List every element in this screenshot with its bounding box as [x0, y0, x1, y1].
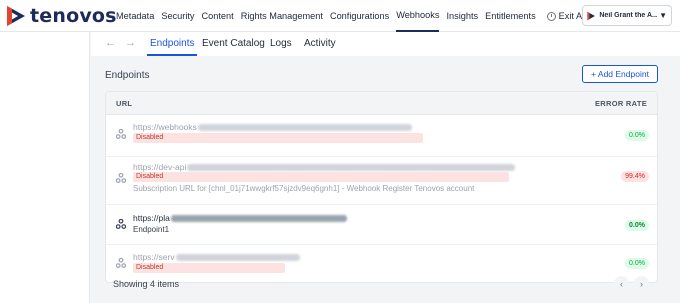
table-row[interactable]: https://webhooks Disabled 0.0% [106, 115, 657, 157]
nav-entitlements[interactable]: Entitlements [485, 0, 536, 32]
column-header-error-rate: ERROR RATE [594, 99, 647, 108]
endpoint-url: https://webhooks [133, 122, 412, 132]
user-menu[interactable]: Neil Grant the A... ▼ [582, 5, 672, 26]
nav-content[interactable]: Content [202, 0, 234, 32]
status-badge: Disabled [133, 133, 423, 143]
chevron-left-icon[interactable]: ‹ [614, 276, 629, 291]
items-count: Showing 4 items [113, 279, 180, 289]
nav-metadata[interactable]: Metadata [116, 0, 154, 32]
nav-rights-management[interactable]: Rights Management [241, 0, 323, 32]
webhook-icon [116, 219, 126, 229]
tenovos-logo-icon [7, 6, 25, 26]
chevron-right-icon[interactable]: › [634, 276, 649, 291]
table-row[interactable]: https://pla Endpoint1 0.0% [106, 205, 657, 245]
arrow-right-icon[interactable]: → [125, 37, 136, 49]
power-icon [546, 11, 556, 21]
endpoint-description: Subscription URL for [chnl_01j71wwgkrf57… [133, 184, 475, 193]
tab-event-catalog[interactable]: Event Catalog [202, 38, 265, 49]
arrow-left-icon[interactable]: ← [105, 37, 116, 49]
left-panel [0, 32, 90, 303]
tenovos-mini-logo-icon [587, 11, 595, 20]
error-rate-badge: 0.0% [625, 130, 649, 141]
status-badge: Disabled [133, 172, 509, 182]
nav-webhooks[interactable]: Webhooks [396, 0, 440, 32]
endpoint-url: https://serv [133, 252, 300, 262]
active-tab-indicator [147, 54, 197, 56]
endpoint-url: https://pla [133, 213, 347, 223]
webhook-icon [116, 173, 126, 183]
error-rate-badge: 99.4% [621, 171, 649, 182]
tab-logs[interactable]: Logs [270, 38, 292, 49]
user-name: Neil Grant the A... [599, 12, 658, 19]
endpoints-table: URL ERROR RATE https://webhooks Disabled… [105, 91, 658, 283]
table-row[interactable]: https://serv Disabled 0.0% [106, 245, 657, 282]
section-title: Endpoints [105, 70, 150, 81]
status-badge: Disabled [133, 263, 285, 273]
tab-bar: ← → Endpoints Event Catalog Logs Activit… [91, 32, 680, 56]
tab-activity[interactable]: Activity [304, 38, 336, 49]
endpoint-url: https://dev-api [133, 162, 516, 172]
brand-name: tenovos [30, 5, 117, 27]
error-rate-badge: 0.0% [625, 258, 649, 269]
add-endpoint-button[interactable]: + Add Endpoint [582, 65, 658, 83]
webhook-icon [116, 258, 126, 268]
chevron-down-icon: ▼ [659, 11, 667, 20]
table-header: URL ERROR RATE [106, 92, 657, 115]
webhook-icon [116, 129, 126, 139]
nav-configurations[interactable]: Configurations [330, 0, 389, 32]
tenovos-logo[interactable]: tenovos [6, 5, 117, 27]
tab-endpoints[interactable]: Endpoints [150, 38, 194, 49]
nav-insights[interactable]: Insights [446, 0, 478, 32]
nav-security[interactable]: Security [161, 0, 194, 32]
endpoint-description: Endpoint1 [133, 225, 170, 234]
top-nav: tenovos Metadata Security Content Rights… [0, 0, 680, 32]
main-nav: Metadata Security Content Rights Managem… [116, 0, 609, 32]
error-rate-badge: 0.0% [625, 220, 649, 231]
table-row[interactable]: https://dev-api Disabled Subscription UR… [106, 157, 657, 205]
column-header-url: URL [116, 99, 133, 108]
